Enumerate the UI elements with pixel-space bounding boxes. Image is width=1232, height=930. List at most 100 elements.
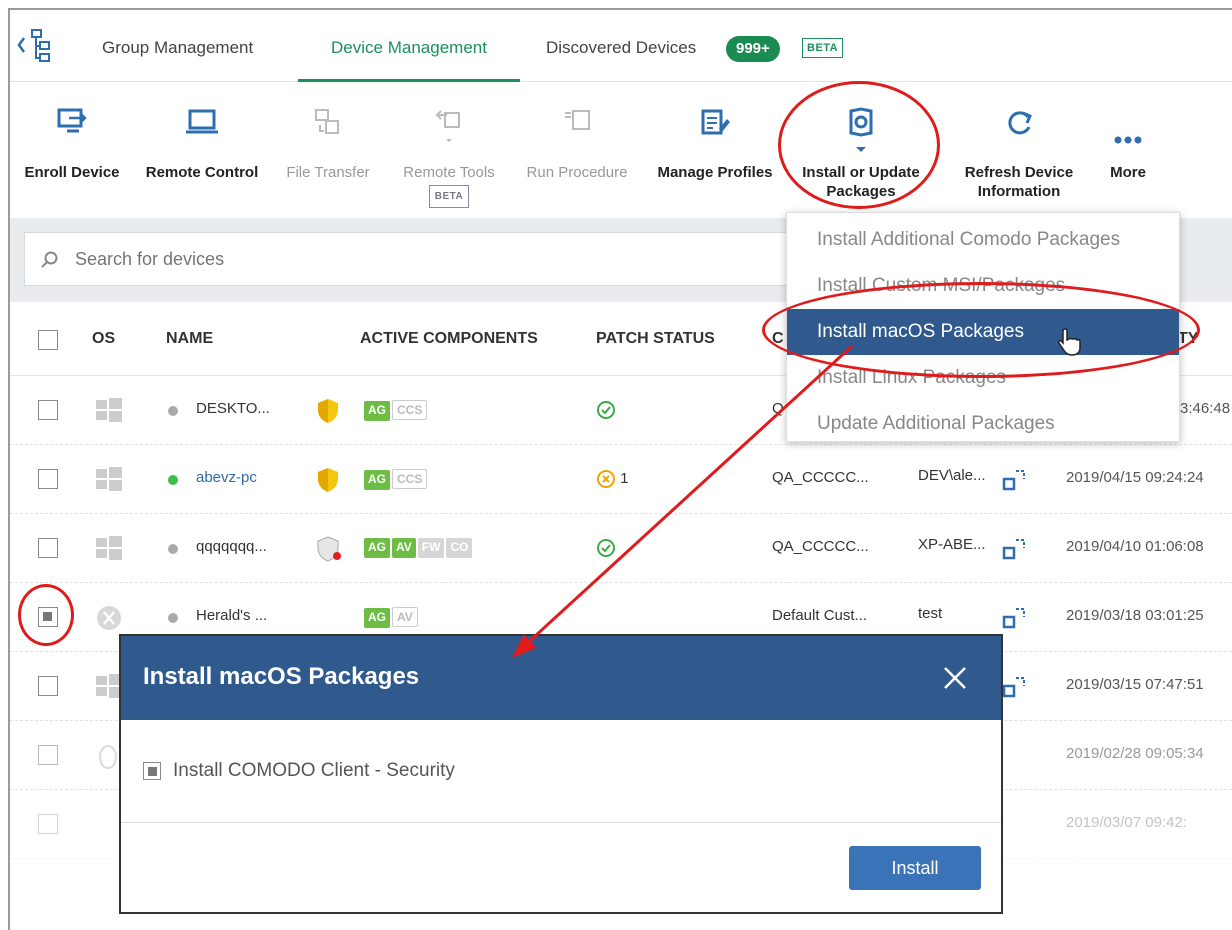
row-checkbox[interactable] [38,745,58,765]
status-dot [168,475,178,485]
user-cell: test [918,605,943,622]
component-badge: CCS [392,400,428,420]
last-activity-cell: 2019/04/15 09:24:24 [1066,469,1204,486]
install-ccs-option[interactable]: Install COMODO Client - Security [143,760,455,782]
enroll-device-button[interactable]: Enroll Device [22,83,122,218]
component-badge: FW [417,538,445,558]
select-all-checkbox[interactable] [38,330,58,350]
device-name[interactable]: Herald's ... [196,607,267,624]
tab-discovered-devices[interactable]: Discovered Devices [546,10,696,82]
remote-tools-icon [435,110,460,142]
network-icon [1002,677,1025,698]
menu-item-update-additional-packages[interactable]: Update Additional Packages [787,401,1179,447]
patch-warning-icon [597,470,615,488]
manage-profiles-icon [701,109,730,135]
file-transfer-button[interactable]: File Transfer [278,83,378,218]
annotation-circle-install-button [778,81,940,209]
patch-ok-icon [597,401,615,419]
dialog-header: Install macOS Packages [121,636,1001,720]
remote-tools-button[interactable]: Remote Tools BETA [394,83,504,218]
component-badge: AV [392,538,416,558]
windows-os-icon [96,467,122,491]
active-components: AG CCS [364,400,429,421]
active-components: AG AV FW CO [364,538,474,558]
row-checkbox[interactable] [38,538,58,558]
refresh-device-info-button[interactable]: Refresh Device Information [954,83,1084,218]
name-column-header[interactable]: NAME [166,330,213,348]
dialog-divider [121,822,1001,823]
install-ccs-label: Install COMODO Client - Security [173,760,455,781]
more-dots-icon [1114,136,1142,144]
close-icon[interactable] [941,664,969,692]
last-activity-cell: 2019/04/10 01:06:08 [1066,538,1204,555]
patch-ok-icon [597,539,615,557]
more-button[interactable]: More [1100,83,1156,218]
device-toolbar: Enroll Device Remote Control File Transf… [10,83,1232,218]
run-procedure-icon [565,110,590,130]
table-row[interactable]: abevz-pc AG CCS 1 QA_CCCCC... DEV\ale... … [10,445,1232,514]
network-icon [1002,470,1025,491]
user-cell: DEV\ale... [918,467,986,484]
row-checkbox[interactable] [38,814,58,834]
refresh-label: Refresh Device Information [954,163,1084,201]
active-components: AG AV [364,607,420,628]
remote-control-button[interactable]: Remote Control [138,83,266,218]
tab-group-management[interactable]: Group Management [102,10,253,82]
component-badge: CO [446,538,473,558]
component-badge: AG [364,470,390,490]
patch-status-column-header[interactable]: PATCH STATUS [596,330,715,348]
file-transfer-icon [315,109,339,134]
refresh-icon [1008,111,1032,135]
component-badge: AV [392,607,418,627]
search-input[interactable] [75,243,875,275]
component-badge: AG [364,608,390,628]
install-macos-dialog: Install macOS Packages Install COMODO Cl… [119,634,1003,914]
user-cell: XP-ABE... [918,536,986,553]
shield-icon [318,399,338,423]
install-ccs-checkbox[interactable] [143,761,161,780]
last-activity-cell: 2019/02/28 09:05:34 [1066,745,1204,762]
device-name[interactable]: abevz-pc [196,469,257,486]
component-badge: AG [364,401,390,421]
table-row[interactable]: qqqqqqq... AG AV FW CO QA_CCCCC... XP-ABE..… [10,514,1232,583]
annotation-circle-checkbox [18,584,74,646]
status-dot [168,613,178,623]
device-name[interactable]: DESKTO... [196,400,270,417]
row-checkbox[interactable] [38,400,58,420]
component-badge: AG [364,538,390,558]
dialog-title: Install macOS Packages [143,663,420,690]
active-components-column-header[interactable]: ACTIVE COMPONENTS [360,330,538,348]
row-checkbox[interactable] [38,469,58,489]
tab-device-management[interactable]: Device Management [298,10,520,82]
remote-tools-label: Remote Tools BETA [394,163,504,208]
discovered-count-badge: 999+ [726,36,780,62]
active-components: AG CCS [364,469,429,490]
laptop-icon [186,109,218,134]
last-activity-cell: 2019/03/15 07:47:51 [1066,676,1204,693]
file-transfer-label: File Transfer [286,164,370,181]
refresh-line1: Refresh Device [964,164,1074,181]
row-checkbox[interactable] [38,676,58,696]
customer-cell: Default Cust... [772,607,868,624]
remote-tools-text: Remote Tools [403,164,495,181]
patch-count: 1 [620,469,629,487]
last-activity-cell: 2019/03/07 09:42: [1066,814,1187,831]
run-procedure-button[interactable]: Run Procedure [518,83,636,218]
refresh-line2: Information [977,183,1061,200]
remote-control-label: Remote Control [145,164,259,181]
group-tree-icon[interactable] [16,28,60,64]
manage-profiles-button[interactable]: Manage Profiles [652,83,778,218]
manage-profiles-label: Manage Profiles [657,164,773,181]
last-activity-cell: 2019/03/18 03:01:25 [1066,607,1204,624]
os-column-header[interactable]: OS [92,330,115,348]
menu-item-install-comodo-packages[interactable]: Install Additional Comodo Packages [787,217,1179,263]
network-icon [1002,608,1025,629]
status-dot [168,544,178,554]
customer-cell: Q [772,400,784,417]
install-button[interactable]: Install [849,846,981,890]
shield-alert-icon [317,536,341,562]
search-icon [41,251,58,268]
device-name[interactable]: qqqqqqq... [196,538,267,555]
run-procedure-label: Run Procedure [526,164,628,181]
macos-os-icon [97,606,121,630]
